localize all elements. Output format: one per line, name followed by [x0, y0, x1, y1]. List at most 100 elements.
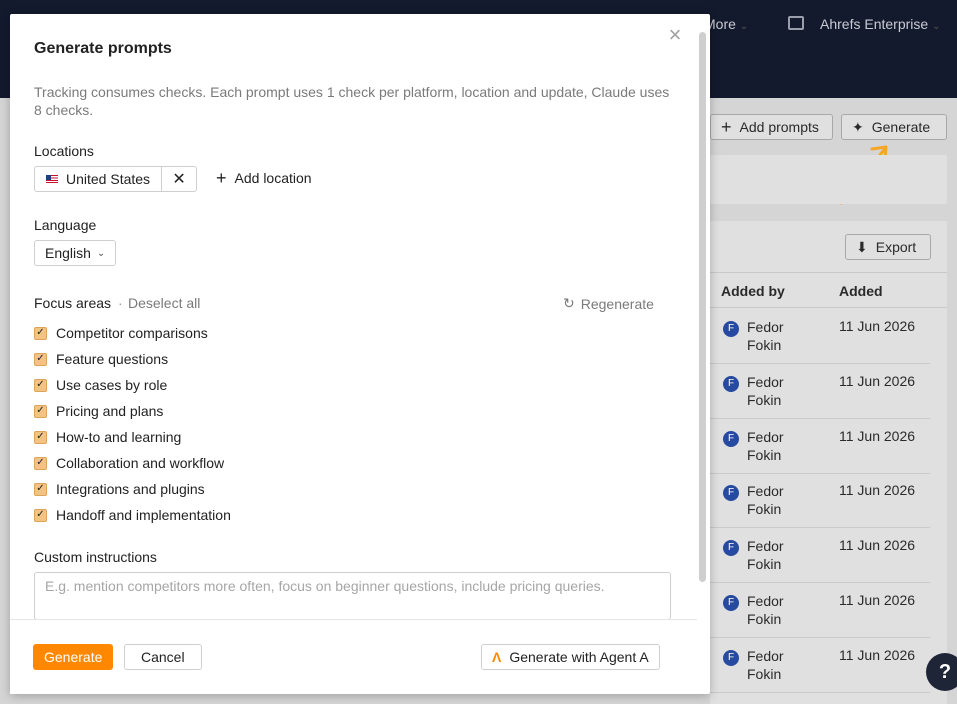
focus-area-checkbox[interactable]: ✓ How-to and learning	[34, 429, 181, 445]
table-row[interactable]: F Fedor Fokin 11 Jun 2026	[710, 364, 930, 419]
nav-more-menu[interactable]: More ⌄	[704, 16, 748, 32]
agent-a-icon: Λ	[492, 649, 502, 665]
avatar: F	[723, 650, 739, 666]
chevron-down-icon: ⌄	[739, 21, 749, 32]
focus-area-label: Collaboration and workflow	[56, 455, 225, 471]
add-location-label: Add location	[234, 170, 312, 186]
export-label: Export	[875, 239, 917, 255]
checkmark-icon: ✓	[34, 508, 47, 522]
add-location-button[interactable]: + Add location	[216, 168, 312, 188]
plus-icon: +	[721, 117, 732, 137]
last-name: Fokin	[747, 611, 782, 627]
sparkle-icon: ✦	[852, 118, 864, 135]
filter-bar	[710, 155, 947, 204]
table-row[interactable]: F Fedor Fokin 11 Jun 2026	[710, 528, 930, 583]
generate-top-label: Generate	[871, 119, 931, 135]
location-chip-value[interactable]: United States	[35, 167, 163, 191]
avatar: F	[723, 321, 739, 337]
language-label: Language	[34, 217, 97, 233]
first-name: Fedor	[747, 538, 784, 554]
generate-prompts-dialog: Generate prompts × Tracking consumes che…	[10, 14, 710, 694]
focus-area-checkbox[interactable]: ✓ Collaboration and workflow	[34, 455, 224, 471]
table-row[interactable]: F Fedor Fokin 11 Jun 2026	[710, 473, 930, 528]
focus-area-checkbox[interactable]: ✓ Integrations and plugins	[34, 481, 205, 497]
language-value: English	[45, 245, 91, 261]
remove-location-icon[interactable]: ✕	[162, 167, 196, 191]
first-name: Fedor	[747, 593, 784, 609]
checkmark-icon: ✓	[34, 326, 47, 340]
added-date: 11 Jun 2026	[839, 318, 916, 334]
plus-icon: +	[216, 168, 227, 188]
dialog-scrollbar[interactable]	[699, 32, 706, 582]
locations-label: Locations	[34, 143, 94, 159]
checkmark-icon: ✓	[34, 456, 47, 470]
add-prompts-button[interactable]: + Add prompts	[710, 114, 833, 140]
avatar: F	[723, 540, 739, 556]
added-by-name: Fedor Fokin	[747, 428, 797, 464]
first-name: Fedor	[747, 648, 784, 664]
focus-area-checkbox[interactable]: ✓ Handoff and implementation	[34, 507, 231, 523]
avatar: F	[723, 595, 739, 611]
last-name: Fokin	[747, 501, 782, 517]
column-header-added[interactable]: Added	[839, 283, 883, 299]
location-chip: United States ✕	[34, 166, 198, 192]
custom-instructions-label: Custom instructions	[34, 549, 157, 565]
regenerate-label: Regenerate	[580, 295, 654, 312]
focus-area-label: Integrations and plugins	[56, 481, 205, 497]
column-header-added-by[interactable]: Added by	[721, 283, 785, 299]
dialog-title: Generate prompts	[34, 40, 172, 57]
added-by-name: Fedor Fokin	[747, 537, 797, 573]
checkmark-icon: ✓	[34, 482, 47, 496]
focus-area-checkbox[interactable]: ✓ Use cases by role	[34, 377, 167, 393]
table-row[interactable]: F Fedor Fokin 11 Jun 2026	[710, 638, 930, 693]
close-icon[interactable]: ×	[664, 24, 686, 46]
added-date: 11 Jun 2026	[839, 647, 916, 663]
added-by-name: Fedor Fokin	[747, 592, 797, 628]
focus-area-checkbox[interactable]: ✓ Feature questions	[34, 351, 168, 367]
table-row[interactable]: F Fedor Fokin 11 Jun 2026	[710, 583, 930, 638]
help-button[interactable]: ?	[926, 653, 957, 691]
first-name: Fedor	[747, 483, 784, 499]
account-name: Ahrefs Enterprise	[820, 16, 929, 32]
export-button[interactable]: ⬇ Export	[845, 234, 931, 260]
generate-with-agent-button[interactable]: Λ Generate with Agent A	[481, 644, 660, 670]
custom-instructions-input[interactable]: E.g. mention competitors more often, foc…	[34, 572, 671, 620]
first-name: Fedor	[747, 429, 784, 445]
account-switcher[interactable]: Ahrefs Enterprise ⌄	[820, 16, 940, 32]
first-name: Fedor	[747, 374, 784, 390]
added-date: 11 Jun 2026	[839, 592, 916, 608]
added-date: 11 Jun 2026	[839, 482, 916, 498]
generate-button[interactable]: Generate	[33, 644, 114, 670]
added-date: 11 Jun 2026	[839, 373, 916, 389]
checkmark-icon: ✓	[34, 430, 47, 444]
location-chip-label: United States	[66, 171, 151, 187]
focus-area-label: Competitor comparisons	[56, 325, 208, 341]
regenerate-button[interactable]: ↻ Regenerate	[563, 295, 654, 312]
focus-area-label: Use cases by role	[56, 377, 168, 393]
last-name: Fokin	[747, 556, 782, 572]
refresh-icon: ↻	[563, 295, 575, 311]
focus-area-checkbox[interactable]: ✓ Pricing and plans	[34, 403, 163, 419]
cancel-button[interactable]: Cancel	[124, 644, 202, 670]
focus-areas-label: Focus areas	[34, 295, 112, 311]
generate-top-button[interactable]: ✦ Generate	[841, 114, 947, 140]
added-by-name: Fedor Fokin	[747, 482, 797, 518]
avatar: F	[723, 376, 739, 392]
monitor-icon[interactable]	[788, 16, 804, 30]
download-icon: ⬇	[856, 238, 868, 255]
last-name: Fokin	[747, 337, 782, 353]
checkmark-icon: ✓	[34, 352, 47, 366]
focus-area-checkbox[interactable]: ✓ Competitor comparisons	[34, 325, 208, 341]
left-edge-background	[0, 98, 10, 704]
table-row[interactable]: F Fedor Fokin 11 Jun 2026	[710, 419, 930, 474]
add-prompts-label: Add prompts	[739, 119, 819, 135]
chevron-down-icon: ⌄	[932, 21, 941, 32]
language-select[interactable]: English ⌄	[34, 240, 117, 266]
checkmark-icon: ✓	[34, 404, 47, 418]
focus-area-label: Pricing and plans	[56, 403, 164, 419]
deselect-all-link[interactable]: Deselect all	[128, 295, 200, 311]
table-row[interactable]: F Fedor Fokin 11 Jun 2026	[710, 309, 930, 364]
last-name: Fokin	[747, 392, 782, 408]
added-date: 11 Jun 2026	[839, 428, 916, 444]
added-by-name: Fedor Fokin	[747, 373, 797, 409]
